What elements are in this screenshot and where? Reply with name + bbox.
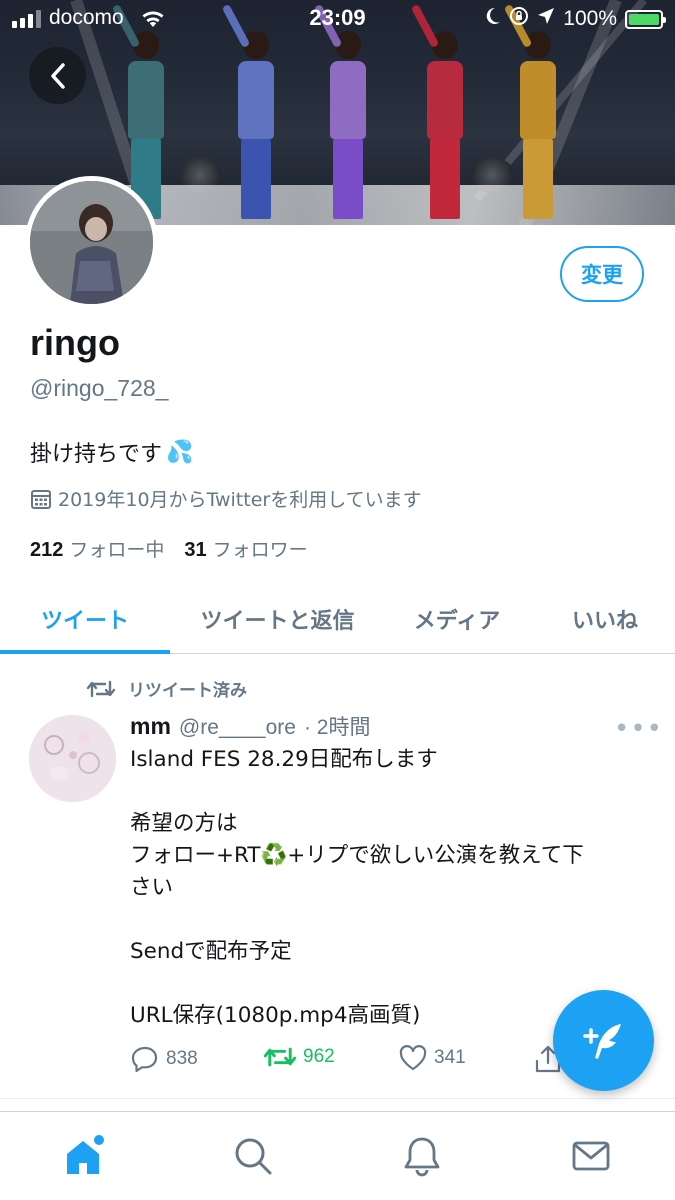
tweet-header: mm @re____ore · 2時間 xyxy=(130,711,370,741)
status-bar: docomo 23:09 100% xyxy=(0,0,675,40)
tweet-line: Island FES 28.29日配布します xyxy=(130,747,438,772)
home-icon xyxy=(67,1135,104,1174)
nav-home[interactable] xyxy=(61,1132,109,1180)
username-handle: @ringo_728_ xyxy=(30,375,169,401)
followers-count: 31 xyxy=(184,539,207,561)
nav-notifications[interactable] xyxy=(398,1132,446,1180)
calendar-icon xyxy=(31,489,51,509)
battery-icon xyxy=(625,9,666,29)
tweet-author-avatar[interactable] xyxy=(29,715,116,802)
retweet-icon xyxy=(86,680,116,697)
notifications-icon xyxy=(404,1137,440,1177)
tweet-line: Sendで配布予定 xyxy=(130,939,292,964)
tweet-timestamp: · 2時間 xyxy=(303,716,371,739)
tweet-author-handle: @re____ore xyxy=(178,716,296,739)
sweat-droplets-emoji: 💦 xyxy=(166,439,194,465)
location-icon xyxy=(537,7,555,31)
following-label: フォロー中 xyxy=(69,539,165,561)
reply-count: 838 xyxy=(166,1048,198,1069)
retweet-active-icon xyxy=(263,1047,297,1067)
tweet-line: 希望の方は xyxy=(130,811,238,836)
joined-date: 2019年10月からTwitterを利用しています xyxy=(30,485,422,512)
heart-icon xyxy=(399,1045,427,1071)
tab-media[interactable]: メディア xyxy=(392,584,522,654)
tweet-actions: 838 962 341 xyxy=(130,1044,570,1080)
back-button[interactable] xyxy=(29,47,86,104)
display-name: ringo xyxy=(30,322,120,363)
active-tab-indicator xyxy=(0,650,170,654)
profile-tabs: ツイート ツイートと返信 メディア いいね xyxy=(0,584,675,654)
reply-icon xyxy=(131,1046,158,1073)
profile-screen: docomo 23:09 100% 変更 ringo @ringo_728_ 掛… xyxy=(0,0,675,1200)
retweet-button[interactable]: 962 xyxy=(263,1044,335,1070)
like-button[interactable]: 341 xyxy=(398,1044,466,1072)
tab-likes[interactable]: いいね xyxy=(545,584,665,654)
tweet-more-icon[interactable]: ••• xyxy=(614,714,663,744)
tweet-text: Island FES 28.29日配布します 希望の方は フォロー+RT♻️+リ… xyxy=(130,744,650,1032)
compose-tweet-icon xyxy=(582,1023,621,1059)
compose-tweet-button[interactable] xyxy=(553,990,654,1091)
nav-messages[interactable] xyxy=(567,1132,615,1180)
followers-link[interactable]: 31 フォロワー xyxy=(184,535,307,562)
tweet-author-name[interactable]: mm xyxy=(130,713,171,740)
bio-text: 掛け持ちです xyxy=(30,442,163,467)
edit-profile-button[interactable]: 変更 xyxy=(560,246,644,302)
like-count: 341 xyxy=(434,1047,466,1068)
following-link[interactable]: 212 フォロー中 xyxy=(30,535,164,562)
retweet-count: 962 xyxy=(303,1046,335,1067)
tweet-line xyxy=(130,968,650,1000)
rotation-lock-icon xyxy=(509,6,529,32)
tab-tweets-and-replies[interactable]: ツイートと返信 xyxy=(180,584,375,654)
tab-tweets[interactable]: ツイート xyxy=(0,584,170,654)
tweet-line: さい xyxy=(130,875,174,900)
battery-percent: 100% xyxy=(563,7,617,30)
follow-stats: 212 フォロー中 31 フォロワー xyxy=(30,535,308,562)
nav-search[interactable] xyxy=(229,1132,277,1180)
messages-icon xyxy=(572,1141,610,1171)
bottom-tab-bar xyxy=(0,1111,675,1200)
retweeted-indicator: リツイート済み xyxy=(86,676,247,701)
joined-text: 2019年10月からTwitterを利用しています xyxy=(58,489,422,511)
chevron-left-icon xyxy=(50,62,65,89)
tweet-line xyxy=(130,904,650,936)
tweet-line: フォロー+RT♻️+リプで欲しい公演を教えて下 xyxy=(130,843,584,868)
timeline-divider xyxy=(0,1098,675,1112)
tweet-line xyxy=(130,776,650,808)
followers-label: フォロワー xyxy=(212,539,308,561)
retweeted-label: リツイート済み xyxy=(128,681,247,701)
profile-avatar[interactable] xyxy=(25,176,158,309)
reply-button[interactable]: 838 xyxy=(130,1044,198,1074)
search-icon xyxy=(235,1138,272,1175)
moon-icon xyxy=(485,7,501,31)
following-count: 212 xyxy=(30,539,64,561)
profile-bio: 掛け持ちです 💦 xyxy=(30,436,193,468)
